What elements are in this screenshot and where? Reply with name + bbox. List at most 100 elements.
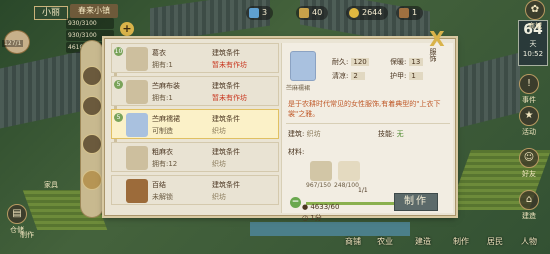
shop-button[interactable]: ✿ 商城 [522, 0, 548, 31]
stat-durability: 耐久: 120 [332, 57, 369, 67]
materials-label: 材料: [288, 148, 305, 156]
skill-requirement: 技能: 无 [378, 129, 404, 139]
clock-icon: ◷ [302, 214, 309, 222]
list-item[interactable]: 5 苎麻布装 拥有:1 建筑条件 暂未有作坊 [111, 76, 279, 106]
activity-icon: ★ [519, 106, 539, 126]
item-thumbnail [126, 80, 148, 104]
divider [286, 123, 450, 124]
item-condition-label: 建筑条件 [212, 181, 240, 189]
button-label: 事件 [522, 96, 536, 104]
bottom-menu-build[interactable]: 建造 [408, 236, 438, 247]
item-name: 苎麻布装 [152, 82, 180, 90]
stat-value: 2 [351, 72, 366, 80]
list-item[interactable]: 10 葛衣 拥有:1 建筑条件 暂未有作坊 [111, 43, 279, 73]
player-name: 小丽 [34, 6, 68, 20]
resource-food[interactable]: 40 [296, 6, 329, 20]
stat-label: 保暖: [390, 58, 407, 66]
build-button[interactable]: ⌂ 建造 [516, 190, 542, 221]
item-owned: 未解锁 [152, 193, 173, 201]
bottom-menu-craft[interactable]: 制作 [446, 236, 476, 247]
category-tab-clothing[interactable] [82, 66, 102, 86]
event-button[interactable]: ! 事件 [516, 74, 542, 105]
list-item[interactable]: 粗麻衣 拥有:12 建筑条件 织坊 [111, 142, 279, 172]
label: 建筑: [288, 130, 305, 138]
item-condition-value: 织坊 [212, 193, 226, 201]
material-thumbnail[interactable] [338, 161, 360, 181]
resource-value: 2644 [362, 8, 383, 17]
item-condition-value: 织坊 [212, 127, 226, 135]
item-name: 葛衣 [152, 49, 166, 57]
player-panel[interactable] [0, 8, 34, 54]
item-owned: 拥有:12 [152, 160, 178, 168]
friends-button[interactable]: ☺ 好友 [516, 148, 542, 179]
bottom-menu-farming[interactable]: 农业 [370, 236, 400, 247]
bottom-menu-people[interactable]: 人物 [514, 236, 544, 247]
item-owned: 拥有:1 [152, 94, 173, 102]
item-level-badge: 5 [114, 80, 123, 89]
friends-icon: ☺ [519, 148, 539, 168]
button-label: 好友 [522, 170, 536, 178]
value: 织坊 [306, 130, 321, 138]
stat-warmth: 保暖: 13 [390, 57, 424, 67]
label: 技能: [378, 130, 395, 138]
value: 无 [396, 130, 404, 138]
stat-line: 930/3100 [66, 18, 114, 29]
category-tab[interactable] [82, 96, 102, 116]
activity-button[interactable]: ★ 活动 [516, 106, 542, 137]
category-tab[interactable] [82, 134, 102, 154]
resource-wood[interactable]: 1 [396, 6, 424, 20]
category-tab[interactable] [82, 170, 102, 190]
item-condition-label: 建筑条件 [212, 49, 240, 57]
bottom-menu-residents[interactable]: 居民 [480, 236, 510, 247]
resource-coins[interactable]: 2644 [346, 6, 389, 20]
add-resource-button[interactable]: + [120, 22, 134, 36]
material-quantity: 967/150 [306, 182, 331, 189]
list-item[interactable]: 百结 未解锁 建筑条件 织坊 [111, 175, 279, 205]
button-label: 建造 [522, 212, 536, 220]
resource-gems[interactable]: 3 [246, 6, 274, 20]
craft-count: 1/1 [358, 187, 368, 194]
recipe-detail: 苎麻襦裙 耐久: 120 保暖: 13 清凉: 2 护甲: 1 是于农耕时代常见的女性服… [281, 43, 453, 222]
button-label: 商城 [528, 22, 542, 30]
item-owned: 拥有:1 [152, 61, 173, 69]
item-thumbnail [126, 179, 148, 203]
furniture-button[interactable]: 家具 [38, 180, 64, 190]
building-requirement: 建筑: 织坊 [288, 129, 321, 139]
craft-button[interactable]: 制作 [394, 193, 438, 211]
region-name: 春来小镇 [70, 4, 118, 18]
item-name: 粗麻衣 [152, 148, 173, 156]
item-level-badge: 5 [114, 113, 123, 122]
shop-icon: ✿ [525, 0, 545, 20]
material-thumbnail[interactable] [310, 161, 332, 181]
close-icon[interactable]: X [428, 29, 446, 49]
building-roof [460, 52, 520, 128]
panel-side-tab[interactable]: 服饰 [427, 48, 437, 62]
item-condition-label: 建筑条件 [212, 82, 240, 90]
resource-value: 3 [262, 8, 268, 17]
decrease-button[interactable]: − [290, 197, 301, 208]
time-value: 1分 [310, 214, 322, 222]
coin-icon: ● [302, 203, 309, 211]
item-condition-label: 建筑条件 [212, 115, 240, 123]
item-description: 是于农耕时代常见的女性服饰,有着典型的"上衣下裳"之雅。 [288, 100, 441, 118]
stat-cooling: 清凉: 2 [332, 71, 366, 81]
wood-icon [399, 8, 409, 18]
stat-label: 清凉: [332, 72, 349, 80]
craft-menu-button[interactable]: 制作 [14, 230, 40, 240]
stat-value: 1 [409, 72, 424, 80]
event-icon: ! [519, 74, 539, 94]
stat-armor: 护甲: 1 [390, 71, 424, 81]
cost-value: 4633/60 [310, 203, 340, 211]
storage-icon: ▤ [7, 204, 27, 224]
item-condition-value: 织坊 [212, 160, 226, 168]
list-item-selected[interactable]: 5 苎麻襦裙 可制造 建筑条件 织坊 [111, 109, 279, 139]
crafting-modal: 10 葛衣 拥有:1 建筑条件 暂未有作坊 5 苎麻布装 拥有:1 建筑条件 暂… [104, 38, 456, 222]
craft-time: ◷ 1分 [302, 213, 322, 223]
item-condition-value: 暂未有作坊 [212, 94, 247, 102]
item-thumbnail [126, 47, 148, 71]
bottom-menu-shops[interactable]: 商铺 [338, 236, 368, 247]
detail-item-name: 苎麻襦裙 [286, 85, 311, 92]
craft-cost: ● 4633/60 [302, 203, 339, 211]
item-condition-label: 建筑条件 [212, 148, 240, 156]
gem-icon [249, 8, 259, 18]
